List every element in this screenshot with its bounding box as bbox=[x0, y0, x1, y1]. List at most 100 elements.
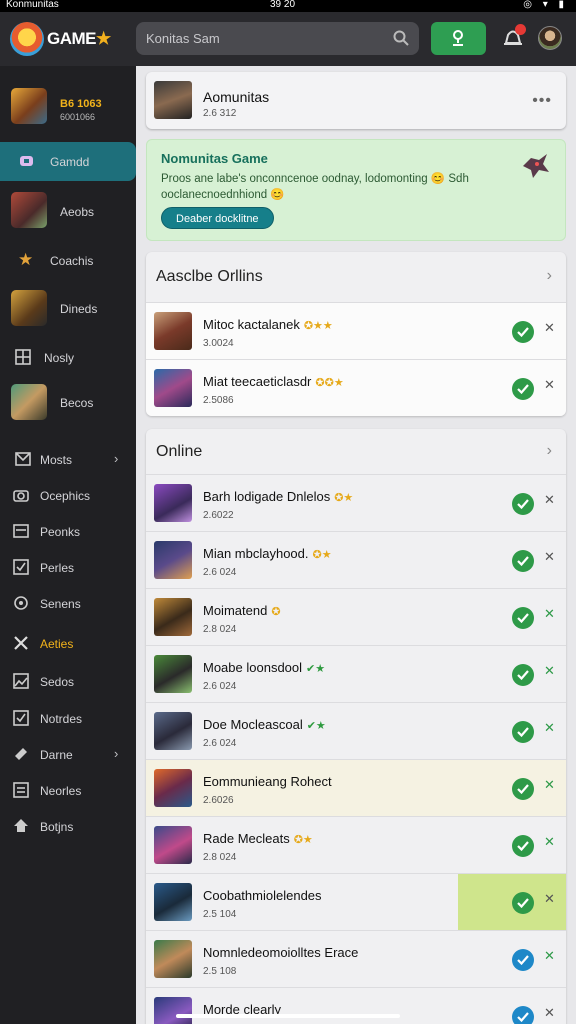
sidebar-item-botjns[interactable]: Botjns bbox=[0, 815, 136, 839]
sidebar-item-peonks[interactable]: Peonks bbox=[0, 520, 136, 544]
close-icon[interactable]: ✕ bbox=[544, 663, 555, 679]
sidebar-item-aeobs[interactable]: Aeobs bbox=[0, 190, 136, 232]
search-icon[interactable] bbox=[393, 30, 409, 46]
more-options-icon[interactable]: ••• bbox=[532, 92, 552, 110]
accept-button[interactable] bbox=[512, 949, 534, 971]
sidebar-item-notrdes[interactable]: Notrdes bbox=[0, 707, 136, 731]
close-icon[interactable]: ✕ bbox=[544, 549, 555, 565]
camera-icon bbox=[13, 490, 29, 502]
sidebar-item-senens[interactable]: Senens bbox=[0, 592, 136, 616]
accept-button[interactable] bbox=[512, 721, 534, 743]
list-item[interactable]: Nomnledeomoiolltes Erace 2.5 108 ✕ bbox=[146, 930, 566, 987]
item-sub: 2.8 024 bbox=[203, 852, 237, 863]
close-icon[interactable]: ✕ bbox=[544, 948, 555, 964]
sidebar-item-gamdd[interactable]: Gamdd bbox=[0, 142, 136, 181]
crossed-swords-icon bbox=[14, 636, 28, 650]
chevron-right-icon[interactable]: › bbox=[547, 442, 552, 460]
item-title: Mitoc kactalanek ✪★★ bbox=[203, 317, 333, 332]
list-item[interactable]: Moimatend ✪ 2.8 024 ✕ bbox=[146, 588, 566, 645]
search-input[interactable]: Konitas Sam bbox=[146, 31, 220, 46]
user-icon bbox=[453, 30, 463, 46]
close-icon[interactable]: ✕ bbox=[544, 891, 555, 907]
check-icon bbox=[517, 670, 529, 680]
sidebar-item-sedos[interactable]: Sedos bbox=[0, 670, 136, 694]
item-sub: 2.6022 bbox=[203, 510, 234, 521]
accept-button[interactable] bbox=[512, 550, 534, 572]
list-item[interactable]: Doe Mocleascoal ✔★ 2.6 024 ✕ bbox=[146, 702, 566, 759]
accept-button[interactable] bbox=[512, 778, 534, 800]
close-icon[interactable]: ✕ bbox=[544, 492, 555, 508]
check-icon bbox=[517, 613, 529, 623]
close-icon[interactable]: ✕ bbox=[544, 377, 555, 393]
list-item[interactable]: Mian mbclayhood. ✪★ 2.6 024 ✕ bbox=[146, 531, 566, 588]
item-title: Barh lodigade Dnlelos ✪★ bbox=[203, 489, 354, 504]
item-title: Miat teecaeticlasdr ✪✪★ bbox=[203, 374, 344, 389]
accept-button[interactable] bbox=[512, 378, 534, 400]
main-content: Aomunitas 2.6 312 ••• Nomunitas Game Pro… bbox=[136, 66, 576, 1024]
check-icon bbox=[517, 499, 529, 509]
community-sub: 2.6 312 bbox=[203, 108, 237, 119]
item-sub: 2.5 104 bbox=[203, 909, 237, 920]
item-sub: 3.0024 bbox=[203, 338, 234, 349]
sidebar-profile[interactable]: B6 1063 6001066 bbox=[0, 82, 136, 132]
house-icon bbox=[14, 819, 28, 832]
accept-button[interactable] bbox=[512, 835, 534, 857]
sidebar-item-aeties[interactable]: Aeties bbox=[0, 632, 136, 656]
item-title: Moimatend ✪ bbox=[203, 603, 281, 618]
item-sub: 2.6 024 bbox=[203, 738, 237, 749]
close-icon[interactable]: ✕ bbox=[544, 834, 555, 850]
sidebar-item-perles[interactable]: Perles bbox=[0, 556, 136, 580]
accept-button[interactable] bbox=[512, 493, 534, 515]
section-header[interactable]: Online › bbox=[146, 429, 566, 475]
accept-button[interactable] bbox=[512, 664, 534, 686]
accept-button[interactable] bbox=[512, 607, 534, 629]
close-icon[interactable]: ✕ bbox=[544, 1005, 555, 1021]
sidebar-item-coachis[interactable]: ★ Coachis bbox=[0, 246, 136, 274]
promo-title: Nomunitas Game bbox=[161, 151, 268, 166]
home-indicator[interactable] bbox=[176, 1014, 400, 1018]
game-avatar bbox=[154, 598, 192, 636]
sidebar-item-darne[interactable]: Darne › bbox=[0, 743, 136, 767]
list-item[interactable]: Eommunieang Rohect 2.6026 ✕ bbox=[146, 759, 566, 816]
close-icon[interactable]: ✕ bbox=[544, 320, 555, 336]
close-icon[interactable]: ✕ bbox=[544, 720, 555, 736]
app-logo-icon[interactable] bbox=[10, 22, 44, 56]
sidebar-item-dineds[interactable]: Dineds bbox=[0, 288, 136, 330]
search-bar[interactable]: Konitas Sam bbox=[136, 22, 419, 55]
sidebar-item-nosly[interactable]: Nosly bbox=[0, 346, 136, 370]
accept-button[interactable] bbox=[512, 321, 534, 343]
promo-description: Proos ane labe's onconncenoe oodnay, lod… bbox=[161, 173, 469, 201]
promo-button[interactable]: Deaber docklitne bbox=[161, 207, 274, 229]
sidebar-item-ocephics[interactable]: Ocephics bbox=[0, 484, 136, 508]
item-title: Coobathmiolelendes bbox=[203, 888, 322, 903]
close-icon[interactable]: ✕ bbox=[544, 777, 555, 793]
list-item[interactable]: Coobathmiolelendes 2.5 104 ✕ bbox=[146, 873, 566, 930]
section-header[interactable]: Aasclbe Orllins › bbox=[146, 252, 566, 302]
close-icon[interactable]: ✕ bbox=[544, 606, 555, 622]
list-item[interactable]: Barh lodigade Dnlelos ✪★ 2.6022 ✕ bbox=[146, 474, 566, 531]
community-card[interactable]: Aomunitas 2.6 312 ••• bbox=[146, 72, 566, 129]
profile-action-button[interactable] bbox=[431, 22, 486, 55]
accept-button[interactable] bbox=[512, 1006, 534, 1024]
app-logo-text: GAME★ bbox=[47, 29, 111, 48]
user-avatar[interactable] bbox=[538, 26, 562, 50]
item-title: Rade Mecleats ✪★ bbox=[203, 831, 313, 846]
sidebar-item-becos[interactable]: Becos bbox=[0, 382, 136, 424]
list-item[interactable]: Rade Mecleats ✪★ 2.8 024 ✕ bbox=[146, 816, 566, 873]
game-avatar bbox=[154, 712, 192, 750]
status-app-name: Konmunitas bbox=[6, 0, 59, 10]
item-title: Mian mbclayhood. ✪★ bbox=[203, 546, 332, 561]
game-avatar bbox=[154, 997, 192, 1024]
chevron-right-icon[interactable]: › bbox=[547, 267, 552, 285]
list-item[interactable]: Mitoc kactalanek ✪★★ 3.0024 ✕ bbox=[146, 302, 566, 359]
item-title: Moabe loonsdool ✔★ bbox=[203, 660, 326, 675]
item-sub: 2.6 024 bbox=[203, 567, 237, 578]
sidebar-item-neorles[interactable]: Neorles bbox=[0, 779, 136, 803]
list-item[interactable]: Morde clearly ✕ bbox=[146, 987, 566, 1024]
list-item[interactable]: Moabe loonsdool ✔★ 2.6 024 ✕ bbox=[146, 645, 566, 702]
accept-button[interactable] bbox=[512, 892, 534, 914]
check-icon bbox=[517, 898, 529, 908]
creature-icon bbox=[523, 154, 549, 178]
list-item[interactable]: Miat teecaeticlasdr ✪✪★ 2.5086 ✕ bbox=[146, 359, 566, 416]
sidebar-item-mosts[interactable]: Mosts › bbox=[0, 448, 136, 472]
